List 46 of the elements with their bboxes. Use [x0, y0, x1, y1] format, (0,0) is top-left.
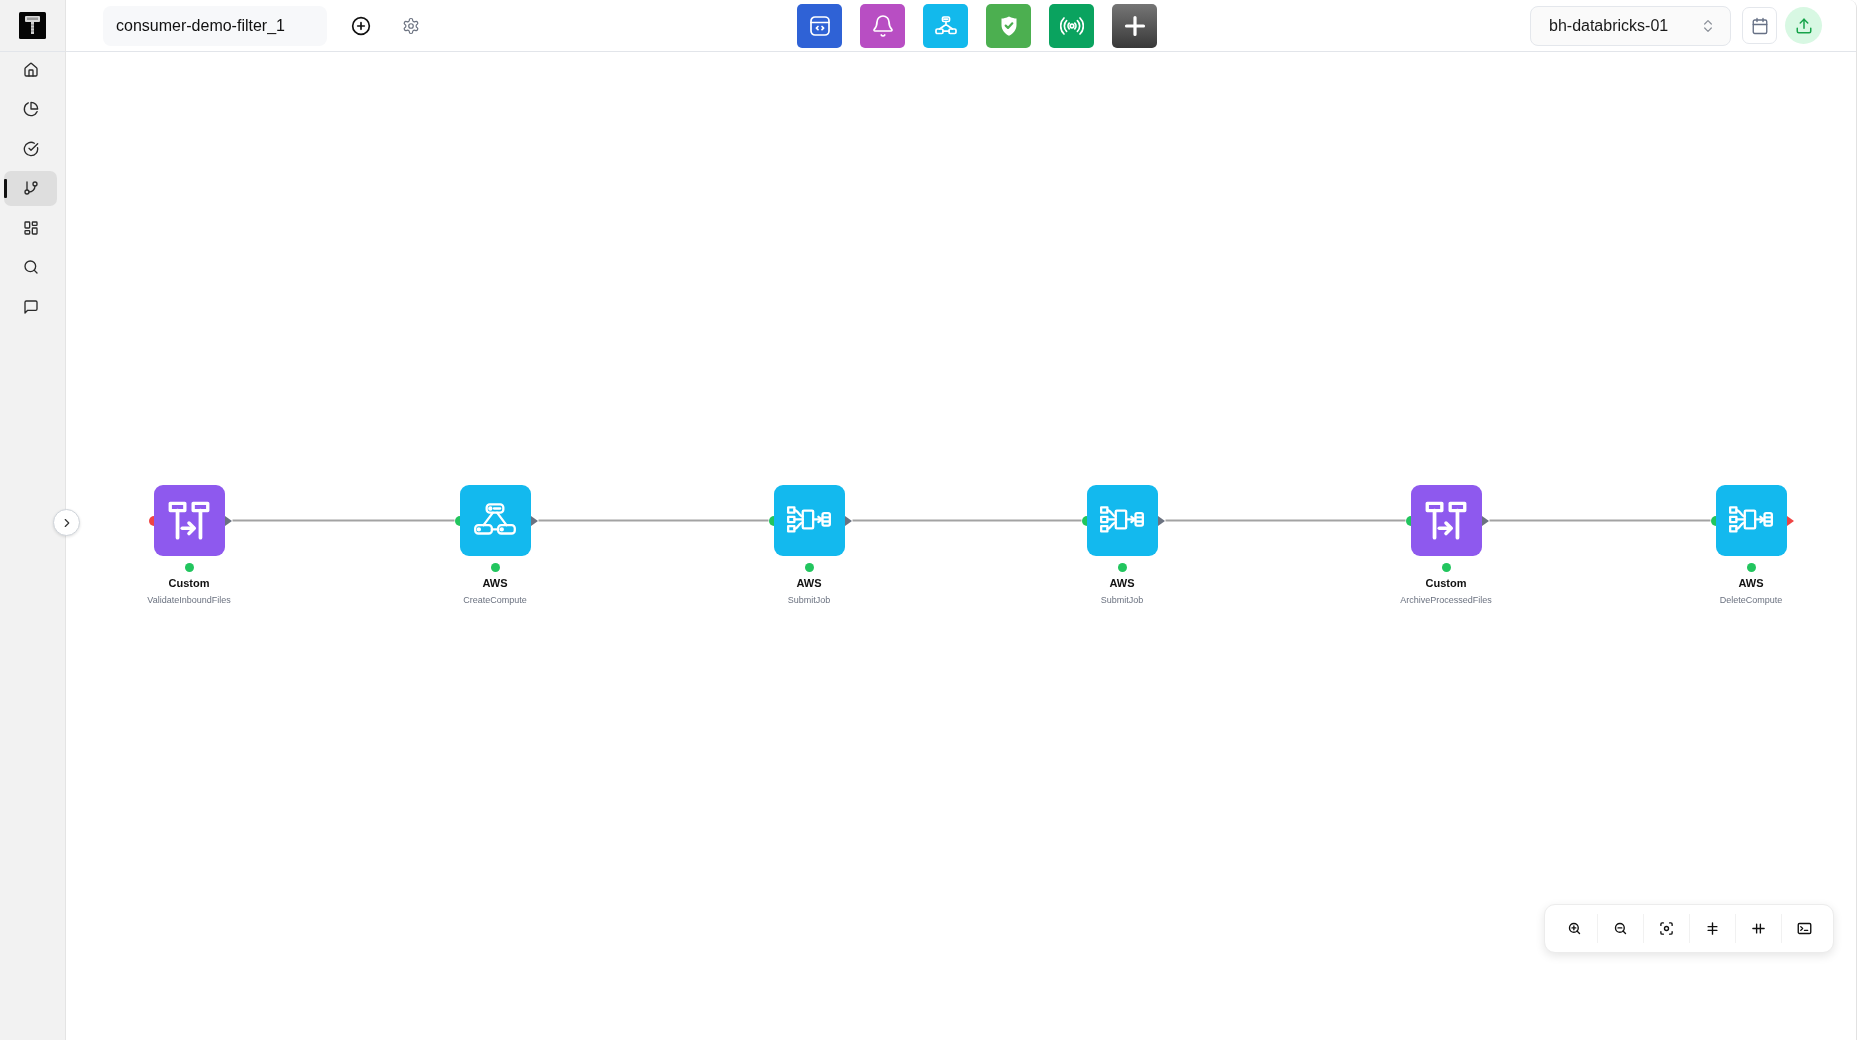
hammer-logo-icon[interactable]	[19, 12, 46, 39]
zoom-out-icon	[1613, 921, 1628, 936]
pie-chart-icon	[22, 101, 39, 117]
node-provider-label: AWS	[482, 577, 508, 590]
chat-icon	[22, 298, 39, 315]
pipeline-name-field[interactable]: consumer-demo-filter_1	[103, 5, 327, 46]
circle-check-icon	[22, 140, 39, 157]
node-name-label: ValidateInboundFiles	[147, 595, 231, 606]
input-handle[interactable]	[1710, 515, 1716, 526]
align-horizontal-center-icon	[1751, 921, 1766, 936]
input-handle[interactable]	[1405, 515, 1411, 526]
align-vertical-center-icon	[1705, 921, 1720, 936]
input-handle[interactable]	[768, 515, 774, 526]
branch-icon	[22, 180, 39, 196]
search-icon	[22, 259, 39, 275]
node-provider-label: Custom	[1425, 577, 1467, 590]
node-provider-label: AWS	[1109, 577, 1135, 590]
sidebar-item[interactable]	[4, 170, 57, 206]
code-window-icon	[807, 13, 832, 38]
node-name-label: SubmitJob	[787, 595, 831, 606]
terminal-icon	[1797, 921, 1812, 936]
settings-icon	[402, 16, 420, 35]
node-provider-label: AWS	[796, 577, 822, 590]
node-name-label: ArchiveProcessedFiles	[1400, 595, 1492, 606]
environment-select[interactable]: bh-databricks-01	[1530, 5, 1731, 46]
toolbar-button[interactable]	[1112, 3, 1157, 48]
node-name-label: SubmitJob	[1100, 595, 1144, 606]
node-name-label: CreateCompute	[463, 595, 527, 606]
calendar-icon	[1750, 16, 1769, 35]
input-handle[interactable]	[148, 515, 154, 526]
plus-icon	[1122, 13, 1147, 38]
upload-icon	[1794, 16, 1813, 35]
input-handle[interactable]	[1081, 515, 1087, 526]
bell-icon	[870, 13, 895, 38]
calendar-button[interactable]	[1742, 7, 1777, 44]
toolbar-button[interactable]	[797, 3, 842, 48]
grid-icon	[22, 219, 39, 236]
input-handle[interactable]	[454, 515, 460, 526]
zoom-in-icon	[1566, 921, 1582, 936]
node-provider-label: Custom	[168, 577, 210, 590]
node-name-label: DeleteCompute	[1719, 595, 1783, 606]
upload-button[interactable]	[1785, 7, 1822, 44]
circle-plus-icon	[351, 15, 371, 36]
home-icon	[22, 61, 39, 78]
node-provider-label: AWS	[1738, 577, 1764, 590]
focus-icon	[1659, 921, 1674, 936]
